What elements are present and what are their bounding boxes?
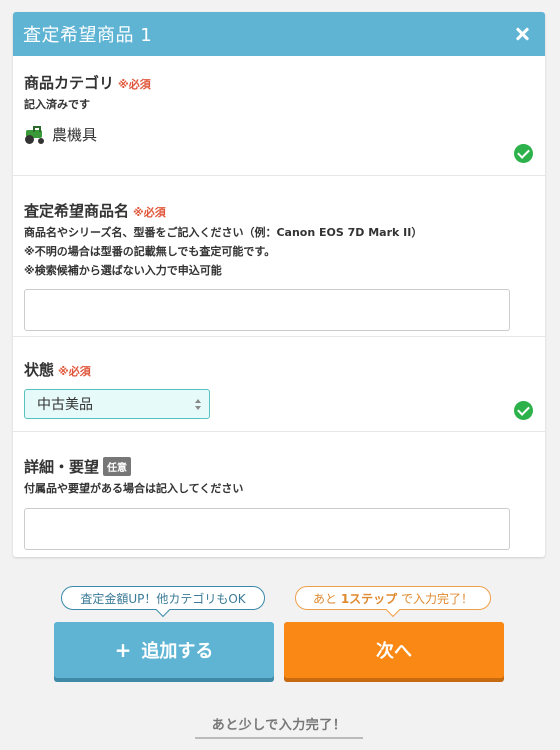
plus-icon: + [114, 638, 132, 662]
optional-badge: 任意 [103, 457, 132, 476]
next-button[interactable]: 次へ [284, 622, 504, 678]
tractor-icon [24, 125, 46, 144]
step-tip-bubble: あと 1ステップ で入力完了！ [295, 586, 491, 618]
condition-section: 状態 ※必須 中古美品 [13, 337, 545, 432]
condition-select[interactable]: 中古美品 [24, 389, 210, 419]
add-item-button[interactable]: + 追加する [54, 622, 274, 678]
product-name-input[interactable] [24, 289, 510, 331]
step-tip-suffix: で入力完了！ [397, 591, 473, 606]
step-tip-prefix: あと [312, 591, 341, 606]
card-header: 査定希望商品 1 [13, 12, 545, 56]
product-name-help-2: ※不明の場合は型番の記載無しでも査定可能です。 [24, 245, 276, 258]
product-name-help-1: 商品名やシリーズ名、型番をご記入ください（例：Canon EOS 7D Mark… [24, 226, 423, 239]
check-icon [514, 144, 533, 163]
category-value: 農機具 [52, 126, 98, 144]
details-input[interactable] [24, 508, 510, 550]
check-icon [514, 401, 533, 420]
product-card: 査定希望商品 1 商品カテゴリ ※必須 記入済みです 農機具 査定希望商品名 ※… [13, 12, 545, 557]
footer-note: あと少しで入力完了！ [195, 714, 363, 739]
product-name-section: 査定希望商品名 ※必須 商品名やシリーズ名、型番をご記入ください（例：Canon… [13, 176, 545, 337]
card-title: 査定希望商品 1 [23, 25, 153, 46]
close-icon[interactable] [511, 23, 533, 45]
details-help: 付属品や要望がある場合は記入してください [24, 482, 244, 495]
next-label: 次へ [376, 641, 412, 662]
product-name-label: 査定希望商品名 [24, 202, 130, 220]
required-badge: ※必須 [118, 78, 151, 91]
required-badge: ※必須 [133, 206, 166, 219]
select-arrows-icon [195, 399, 201, 411]
category-section: 商品カテゴリ ※必須 記入済みです 農機具 [13, 56, 545, 176]
details-label: 詳細・要望 [24, 458, 100, 476]
add-item-label: 追加する [141, 641, 214, 662]
condition-label: 状態 [24, 361, 55, 379]
required-badge: ※必須 [58, 365, 91, 378]
category-label: 商品カテゴリ [24, 74, 115, 92]
category-value-row[interactable]: 農機具 [24, 124, 533, 145]
category-status: 記入済みです [24, 98, 90, 111]
step-tip-bold: 1ステップ [340, 591, 398, 606]
category-tip-bubble: 査定金額UP！他カテゴリもOK [61, 586, 265, 618]
condition-selected-value: 中古美品 [37, 397, 93, 413]
product-name-help-3: ※検索候補から選ばない入力で申込可能 [24, 264, 222, 277]
details-section: 詳細・要望 任意 付属品や要望がある場合は記入してください [13, 432, 545, 557]
